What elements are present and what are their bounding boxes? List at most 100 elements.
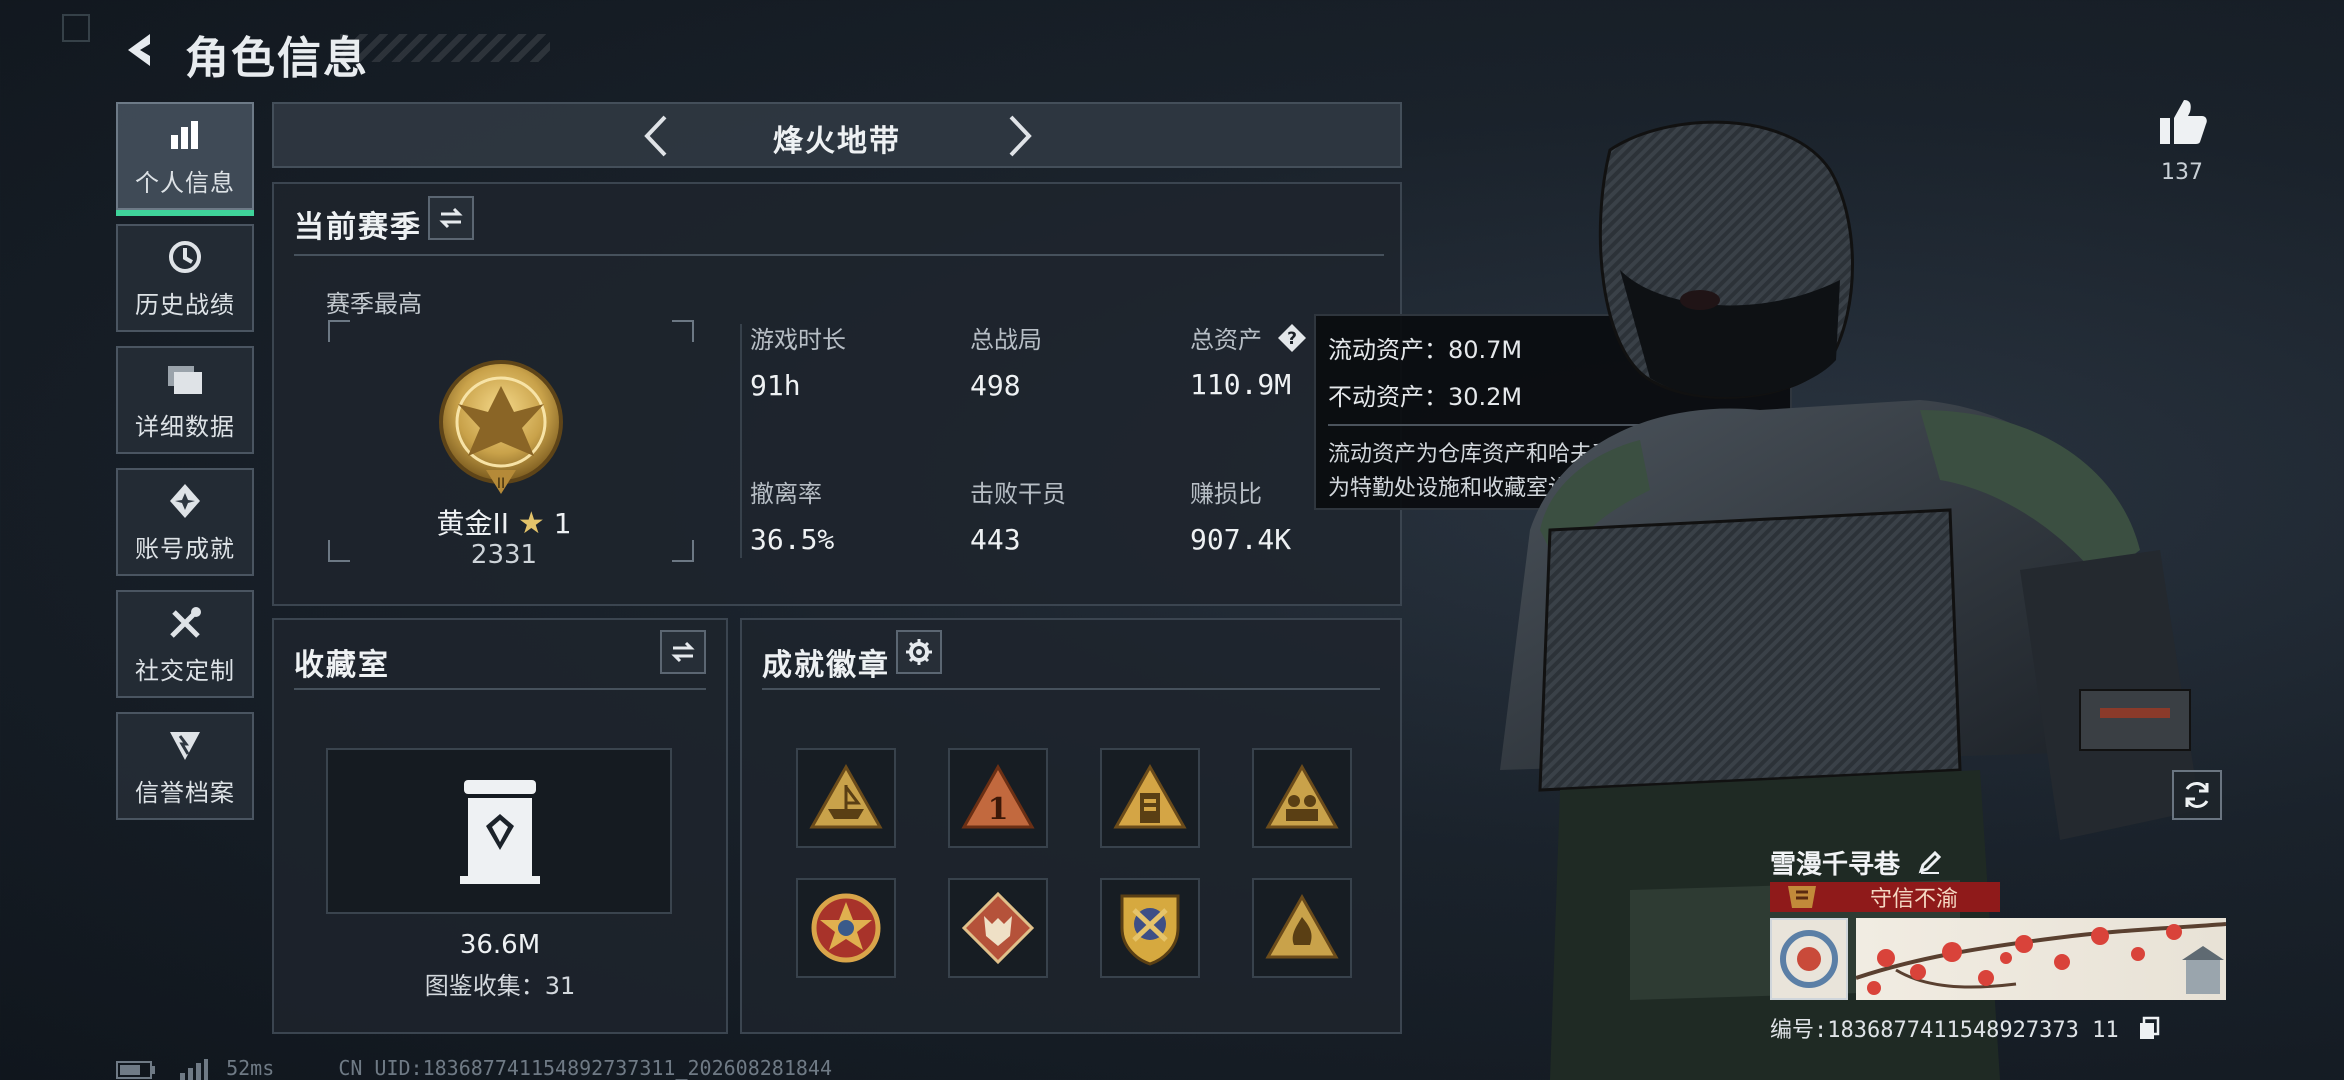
back-button[interactable] — [112, 22, 168, 78]
player-avatar[interactable] — [1770, 918, 1848, 1000]
badge-slot[interactable] — [1252, 748, 1352, 848]
sidebar-item-label: 信誉档案 — [135, 778, 235, 807]
badge-slot[interactable] — [796, 878, 896, 978]
sidebar-item-history[interactable]: 历史战绩 — [116, 224, 254, 332]
stat-label: 击败干员 — [970, 480, 1066, 508]
divider — [740, 324, 742, 558]
badge-settings-button[interactable] — [896, 630, 942, 674]
svg-text:II: II — [497, 476, 505, 492]
badge-slot[interactable] — [1252, 878, 1352, 978]
mode-selector: 烽火地带 — [272, 102, 1402, 168]
collection-title: 收藏室 — [294, 648, 390, 683]
stat-cell: 总资产 ? 110.9M — [1190, 320, 1308, 401]
stat-value: 498 — [970, 369, 1021, 402]
title-emblem-icon — [1788, 886, 1816, 908]
stat-cell: 总战局 498 — [970, 320, 1042, 402]
stat-label: 总资产 ? — [1190, 320, 1308, 360]
sidebar-item-label: 个人信息 — [135, 168, 235, 197]
badge-slot[interactable] — [1100, 748, 1200, 848]
sidebar-item-achievements[interactable]: 账号成就 — [116, 468, 254, 576]
refresh-icon — [2185, 782, 2209, 808]
collection-switch-button[interactable] — [660, 630, 706, 674]
help-icon[interactable]: ? — [1276, 322, 1308, 360]
stat-value: 907.4K — [1190, 523, 1292, 556]
tower-badge-icon — [1113, 763, 1187, 829]
back-arrow-icon — [128, 34, 150, 66]
stat-value: 91h — [750, 369, 801, 402]
sidebar: 个人信息 历史战绩 详细数据 账号成就 社交定制 信誉档案 — [116, 102, 254, 834]
uid-text: CN UID:183687741154892737311_20260828184… — [338, 1056, 832, 1080]
player-banner-image — [1855, 918, 2227, 1000]
player-title-banner: 守信不渝 — [1770, 882, 2000, 912]
star-emblem-badge-icon — [811, 893, 881, 963]
status-footer: 52ms CN UID:183687741154892737311_202608… — [116, 1056, 832, 1080]
badge-slot[interactable] — [796, 748, 896, 848]
player-id: 编号:1836877411548927373 11 — [1770, 1012, 2160, 1046]
rotate-model-button[interactable] — [2172, 770, 2222, 820]
stat-label: 游戏时长 — [750, 326, 846, 354]
bar-chart-icon — [165, 115, 205, 155]
sidebar-item-personal-info[interactable]: 个人信息 — [116, 102, 254, 216]
divider — [762, 688, 1380, 690]
player-name-text: 雪漫千寻巷 — [1770, 850, 1901, 880]
badge-slot[interactable] — [948, 878, 1048, 978]
badge-slot[interactable] — [1100, 878, 1200, 978]
divider — [294, 688, 706, 690]
squad-badge-icon — [1265, 763, 1339, 829]
stat-label: 撤离率 — [750, 480, 822, 508]
signal-icon — [180, 1058, 209, 1080]
battery-icon — [116, 1060, 155, 1079]
history-icon — [165, 237, 205, 277]
sidebar-item-label: 历史战绩 — [135, 290, 235, 319]
stat-value: 443 — [970, 523, 1021, 556]
frame-corner — [672, 320, 694, 342]
edit-icon[interactable] — [1917, 849, 1943, 882]
sidebar-item-credit[interactable]: 信誉档案 — [116, 712, 254, 820]
mode-title: 烽火地带 — [773, 124, 901, 159]
badge-panel: 成就徽章 1 — [740, 618, 1402, 1034]
stat-cell: 击败干员 443 — [970, 474, 1066, 556]
sidebar-item-label: 详细数据 — [135, 412, 235, 441]
corner-decoration — [62, 14, 90, 42]
rank-medal-icon: II — [434, 352, 568, 504]
avatar-image — [1780, 930, 1838, 988]
sidebar-item-details[interactable]: 详细数据 — [116, 346, 254, 454]
season-switch-button[interactable] — [428, 196, 474, 240]
collection-value: 36.6M — [459, 930, 541, 960]
stat-cell: 游戏时长 91h — [750, 320, 846, 402]
rank-line: 黄金II ★ 1 — [274, 502, 734, 542]
ping-value: 52ms — [226, 1056, 275, 1080]
season-title: 当前赛季 — [294, 210, 422, 245]
rank-name: 黄金II — [436, 507, 509, 540]
star-icon: ★ — [517, 506, 545, 541]
shield-badge-icon — [1120, 894, 1180, 966]
collection-panel: 收藏室 36.6M 图鉴收集：31 — [272, 618, 728, 1034]
collection-catalog: 图鉴收集：31 — [424, 972, 576, 1000]
next-mode-button[interactable] — [996, 112, 1044, 160]
tools-icon — [165, 603, 205, 643]
stat-label-text: 总资产 — [1190, 326, 1262, 354]
folder-icon — [165, 359, 205, 399]
rank-score: 2331 — [470, 540, 538, 570]
stat-label: 总战局 — [970, 326, 1042, 354]
like-count: 137 — [2161, 160, 2203, 185]
credit-icon — [165, 725, 205, 765]
collection-preview[interactable] — [326, 748, 672, 914]
rank-stars: 1 — [553, 507, 572, 540]
boat-badge-icon — [809, 763, 883, 829]
badge-slot[interactable]: 1 — [948, 748, 1048, 848]
wolf-badge-icon — [961, 891, 1035, 965]
svg-text:1: 1 — [988, 792, 1009, 827]
thumbs-up-icon — [2160, 100, 2207, 144]
player-title: 守信不渝 — [1870, 887, 1959, 912]
badge-title: 成就徽章 — [762, 648, 890, 683]
like-button[interactable] — [2154, 94, 2210, 154]
stat-label: 赚损比 — [1190, 480, 1262, 508]
fire-badge-icon — [1265, 893, 1339, 959]
svg-text:?: ? — [1287, 329, 1297, 349]
stat-cell: 撤离率 36.5% — [750, 474, 834, 556]
sidebar-item-social[interactable]: 社交定制 — [116, 590, 254, 698]
header-stripes — [340, 34, 550, 62]
copy-icon[interactable] — [2138, 1016, 2160, 1046]
season-panel: 当前赛季 赛季最高 II 黄金II ★ 1 2331 游戏时长 91h 总战局 … — [272, 182, 1402, 606]
